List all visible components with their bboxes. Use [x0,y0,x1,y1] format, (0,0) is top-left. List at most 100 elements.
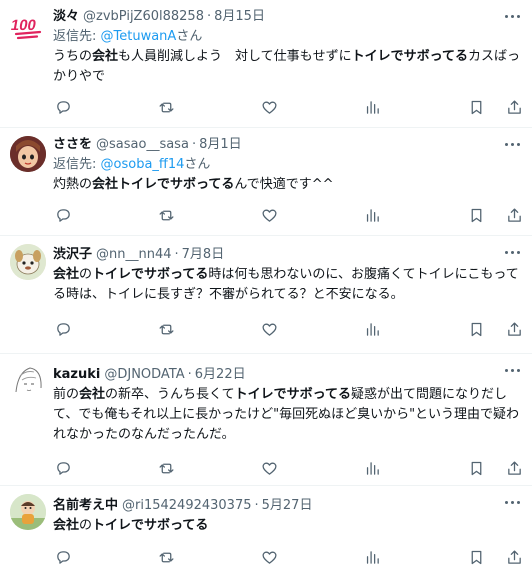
user-name[interactable]: 渋沢子 [53,245,92,265]
bookmark-share-group [466,547,524,567]
views-icon[interactable] [363,458,383,478]
text-segment: の新卒、うんち長くて [105,387,235,402]
reply-to-line: 返信先: @osoba_ff14さん [53,155,524,175]
retweet-icon[interactable] [156,97,176,117]
tweet-date[interactable]: 6月22日 [195,365,246,385]
bookmark-share-group [466,205,524,225]
bookmark-icon[interactable] [466,547,486,567]
text-segment: も人員削減しよう 対して仕事もせずに [118,49,352,64]
avatar[interactable]: 100 [10,8,46,44]
separator-dot: · [187,367,192,382]
share-icon[interactable] [504,205,524,225]
reply-suffix: さん [176,29,203,44]
tweet-text: 前の会社の新卒、うんち長くてトイレでサボってる疑惑が出て問題になりだして、でも俺… [53,385,524,445]
bookmark-icon[interactable] [466,97,486,117]
tweet-header: 渋沢子 @nn__nn44 · 7月8日 [53,245,524,265]
avatar[interactable] [10,136,46,172]
user-name[interactable]: 名前考え中 [53,496,118,516]
tweet-header: ささを @sasao__sasa · 8月1日 [53,135,524,155]
retweet-icon[interactable] [156,458,176,478]
action-bar [53,90,524,124]
highlighted-text: トイレでサボってる [351,49,469,64]
more-options-icon[interactable] [504,9,522,23]
reply-to-line: 返信先: @TetuwanAさん [53,27,524,47]
tweet-date[interactable]: 8月1日 [199,135,242,155]
tweet[interactable]: kazuki @DJNODATA · 6月22日 前の会社の新卒、うんち長くてト… [0,354,532,486]
bookmark-icon[interactable] [466,319,486,339]
text-segment: 灼熱の [53,177,93,192]
user-handle[interactable]: @ri1542492430375 [122,496,251,516]
bookmark-icon[interactable] [466,205,486,225]
highlighted-text: トイレでサボってる [92,518,209,533]
tweet[interactable]: 渋沢子 @nn__nn44 · 7月8日 会社のトイレでサボってる時は何も思わな… [0,236,532,354]
reply-icon[interactable] [53,458,73,478]
reply-mention-link[interactable]: @osoba_ff14 [101,157,185,172]
more-options-icon[interactable] [504,245,522,259]
tweet-text: 会社のトイレでサボってる [53,516,524,536]
retweet-icon[interactable] [156,319,176,339]
svg-text:100: 100 [10,17,37,34]
user-name[interactable]: ささを [53,135,92,155]
highlighted-text: 会社トイレでサボってる [92,177,235,192]
text-segment: の [79,267,93,282]
share-icon[interactable] [504,458,524,478]
tweet[interactable]: 100 淡々 @zvbPijZ60l88258 · 8月15日 返信先: @Te… [0,0,532,128]
tweet-text: 会社のトイレでサボってる時は何も思わないのに、お腹痛くてトイレにこもってる時は、… [53,265,524,305]
reply-icon[interactable] [53,205,73,225]
hundred-points-icon: 100 [10,17,42,40]
share-icon[interactable] [504,319,524,339]
more-options-icon[interactable] [504,363,522,377]
views-icon[interactable] [363,205,383,225]
like-icon[interactable] [260,547,280,567]
bookmark-share-group [466,319,524,339]
like-icon[interactable] [260,97,280,117]
action-bar [53,312,524,346]
character-portrait-icon [10,136,46,172]
tweet-date[interactable]: 7月8日 [182,245,225,265]
user-handle[interactable]: @sasao__sasa [96,135,189,155]
like-icon[interactable] [260,205,280,225]
like-icon[interactable] [260,319,280,339]
views-icon[interactable] [363,319,383,339]
retweet-icon[interactable] [156,205,176,225]
reply-prefix: 返信先: [53,29,101,44]
tweet[interactable]: 名前考え中 @ri1542492430375 · 5月27日 会社のトイレでサボ… [0,486,532,571]
like-icon[interactable] [260,458,280,478]
views-icon[interactable] [363,97,383,117]
cartoon-figure-icon [10,494,46,530]
tweet-date[interactable]: 5月27日 [262,496,313,516]
reply-icon[interactable] [53,97,73,117]
highlighted-text: 会社 [79,387,106,402]
more-options-icon[interactable] [504,495,522,509]
share-icon[interactable] [504,547,524,567]
tweet-text: 灼熱の会社トイレでサボってるんで快適です^^ [53,175,524,195]
reply-mention-link[interactable]: @TetuwanA [101,29,177,44]
tweet-header: 名前考え中 @ri1542492430375 · 5月27日 [53,496,524,516]
sketch-face-icon [10,362,46,398]
reply-icon[interactable] [53,319,73,339]
avatar[interactable] [10,362,46,398]
user-handle[interactable]: @DJNODATA [104,365,184,385]
avatar[interactable] [10,244,46,280]
text-segment: んで快適です^^ [234,177,334,192]
avatar[interactable] [10,494,46,530]
retweet-icon[interactable] [156,547,176,567]
tweet-date[interactable]: 8月15日 [214,7,265,27]
user-handle[interactable]: @nn__nn44 [96,245,172,265]
tweet[interactable]: ささを @sasao__sasa · 8月1日 返信先: @osoba_ff14… [0,128,532,236]
text-segment: 前の [53,387,80,402]
reply-icon[interactable] [53,547,73,567]
share-icon[interactable] [504,97,524,117]
more-options-icon[interactable] [504,137,522,151]
cartoon-character-icon [10,244,46,280]
reply-suffix: さん [184,157,211,172]
user-handle[interactable]: @zvbPijZ60l88258 [83,7,204,27]
highlighted-text: 会社 [92,49,119,64]
highlighted-text: 会社 [53,518,80,533]
user-name[interactable]: 淡々 [53,7,79,27]
reply-prefix: 返信先: [53,157,101,172]
action-bar [53,198,524,232]
user-name[interactable]: kazuki [53,365,100,385]
views-icon[interactable] [363,547,383,567]
bookmark-icon[interactable] [466,458,486,478]
